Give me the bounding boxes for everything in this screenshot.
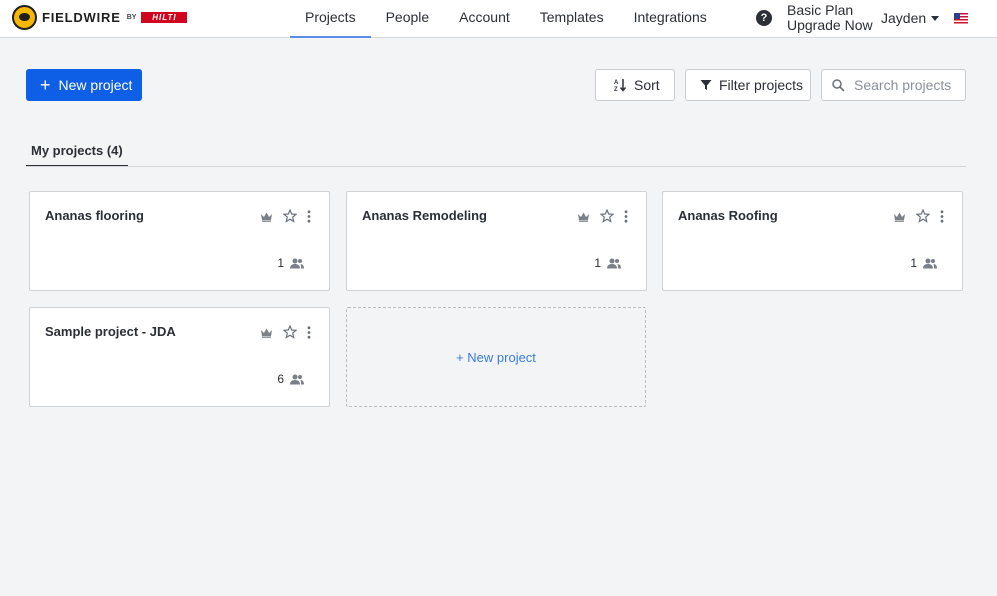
fieldwire-logo-icon — [12, 5, 37, 30]
project-card[interactable]: Ananas Roofing 1 — [662, 191, 963, 291]
search-input[interactable] — [854, 77, 964, 93]
filter-projects-button[interactable]: Filter projects — [685, 69, 811, 101]
more-vertical-icon[interactable] — [624, 209, 628, 223]
nav-tab-people[interactable]: People — [371, 0, 445, 38]
main-nav: Projects People Account Templates Integr… — [290, 0, 722, 38]
crown-icon[interactable] — [260, 327, 273, 338]
project-card[interactable]: Ananas flooring 1 — [29, 191, 330, 291]
new-project-card[interactable]: + New project — [346, 307, 646, 407]
member-count-value: 1 — [594, 256, 601, 270]
card-actions — [567, 209, 628, 223]
member-count-value: 6 — [277, 372, 284, 386]
member-count: 1 — [594, 256, 621, 270]
more-vertical-icon[interactable] — [307, 325, 311, 339]
user-name: Jayden — [881, 10, 927, 26]
people-icon — [290, 258, 304, 268]
plan-name: Basic Plan — [787, 2, 854, 18]
fieldwire-logo[interactable]: FIELDWIRE BY HILTI — [12, 5, 188, 30]
star-icon[interactable] — [283, 325, 297, 339]
svg-text:A: A — [614, 80, 619, 86]
member-count-value: 1 — [910, 256, 917, 270]
new-project-label: New project — [58, 77, 133, 93]
search-box[interactable] — [821, 69, 966, 101]
card-actions — [250, 209, 311, 223]
crown-icon[interactable] — [893, 211, 906, 222]
sort-icon: A Z — [614, 79, 627, 92]
project-card[interactable]: Sample project - JDA 6 — [29, 307, 330, 407]
people-icon — [607, 258, 621, 268]
more-vertical-icon[interactable] — [940, 209, 944, 223]
brand-by: BY — [126, 14, 137, 21]
star-icon[interactable] — [600, 209, 614, 223]
us-flag-icon[interactable] — [954, 13, 968, 24]
project-card[interactable]: Ananas Remodeling 1 — [346, 191, 647, 291]
project-name: Sample project - JDA — [45, 324, 176, 339]
tab-my-projects[interactable]: My projects (4) — [26, 140, 128, 167]
crown-icon[interactable] — [260, 211, 273, 222]
sort-button[interactable]: A Z Sort — [595, 69, 675, 101]
people-icon — [923, 258, 937, 268]
new-project-button[interactable]: + New project — [26, 69, 142, 101]
crown-icon[interactable] — [577, 211, 590, 222]
tabs-divider — [26, 166, 966, 167]
filter-icon — [700, 80, 712, 90]
card-actions — [250, 325, 311, 339]
project-name: Ananas flooring — [45, 208, 144, 223]
member-count: 6 — [277, 372, 304, 386]
user-menu[interactable]: Jayden — [881, 10, 940, 26]
help-icon[interactable]: ? — [756, 10, 772, 26]
star-icon[interactable] — [916, 209, 930, 223]
more-vertical-icon[interactable] — [307, 209, 311, 223]
member-count: 1 — [277, 256, 304, 270]
project-name: Ananas Roofing — [678, 208, 778, 223]
caret-down-icon — [931, 15, 940, 21]
filter-label: Filter projects — [719, 77, 804, 93]
brand-name: FIELDWIRE — [42, 10, 121, 25]
upgrade-link[interactable]: Upgrade Now — [787, 18, 873, 33]
top-header: FIELDWIRE BY HILTI Projects People Accou… — [0, 0, 997, 38]
people-icon — [290, 374, 304, 384]
card-actions — [883, 209, 944, 223]
nav-tab-templates[interactable]: Templates — [525, 0, 619, 38]
member-count: 1 — [910, 256, 937, 270]
svg-text:Z: Z — [614, 87, 618, 92]
nav-tab-projects[interactable]: Projects — [290, 0, 371, 38]
hilti-logo: HILTI — [141, 12, 188, 23]
sort-label: Sort — [634, 77, 660, 93]
star-icon[interactable] — [283, 209, 297, 223]
member-count-value: 1 — [277, 256, 284, 270]
project-name: Ananas Remodeling — [362, 208, 487, 223]
search-icon — [832, 78, 845, 92]
nav-tab-account[interactable]: Account — [444, 0, 525, 38]
plus-icon: + — [40, 75, 51, 95]
plan-info[interactable]: Basic Plan Upgrade Now — [787, 3, 873, 33]
nav-tab-integrations[interactable]: Integrations — [619, 0, 722, 38]
